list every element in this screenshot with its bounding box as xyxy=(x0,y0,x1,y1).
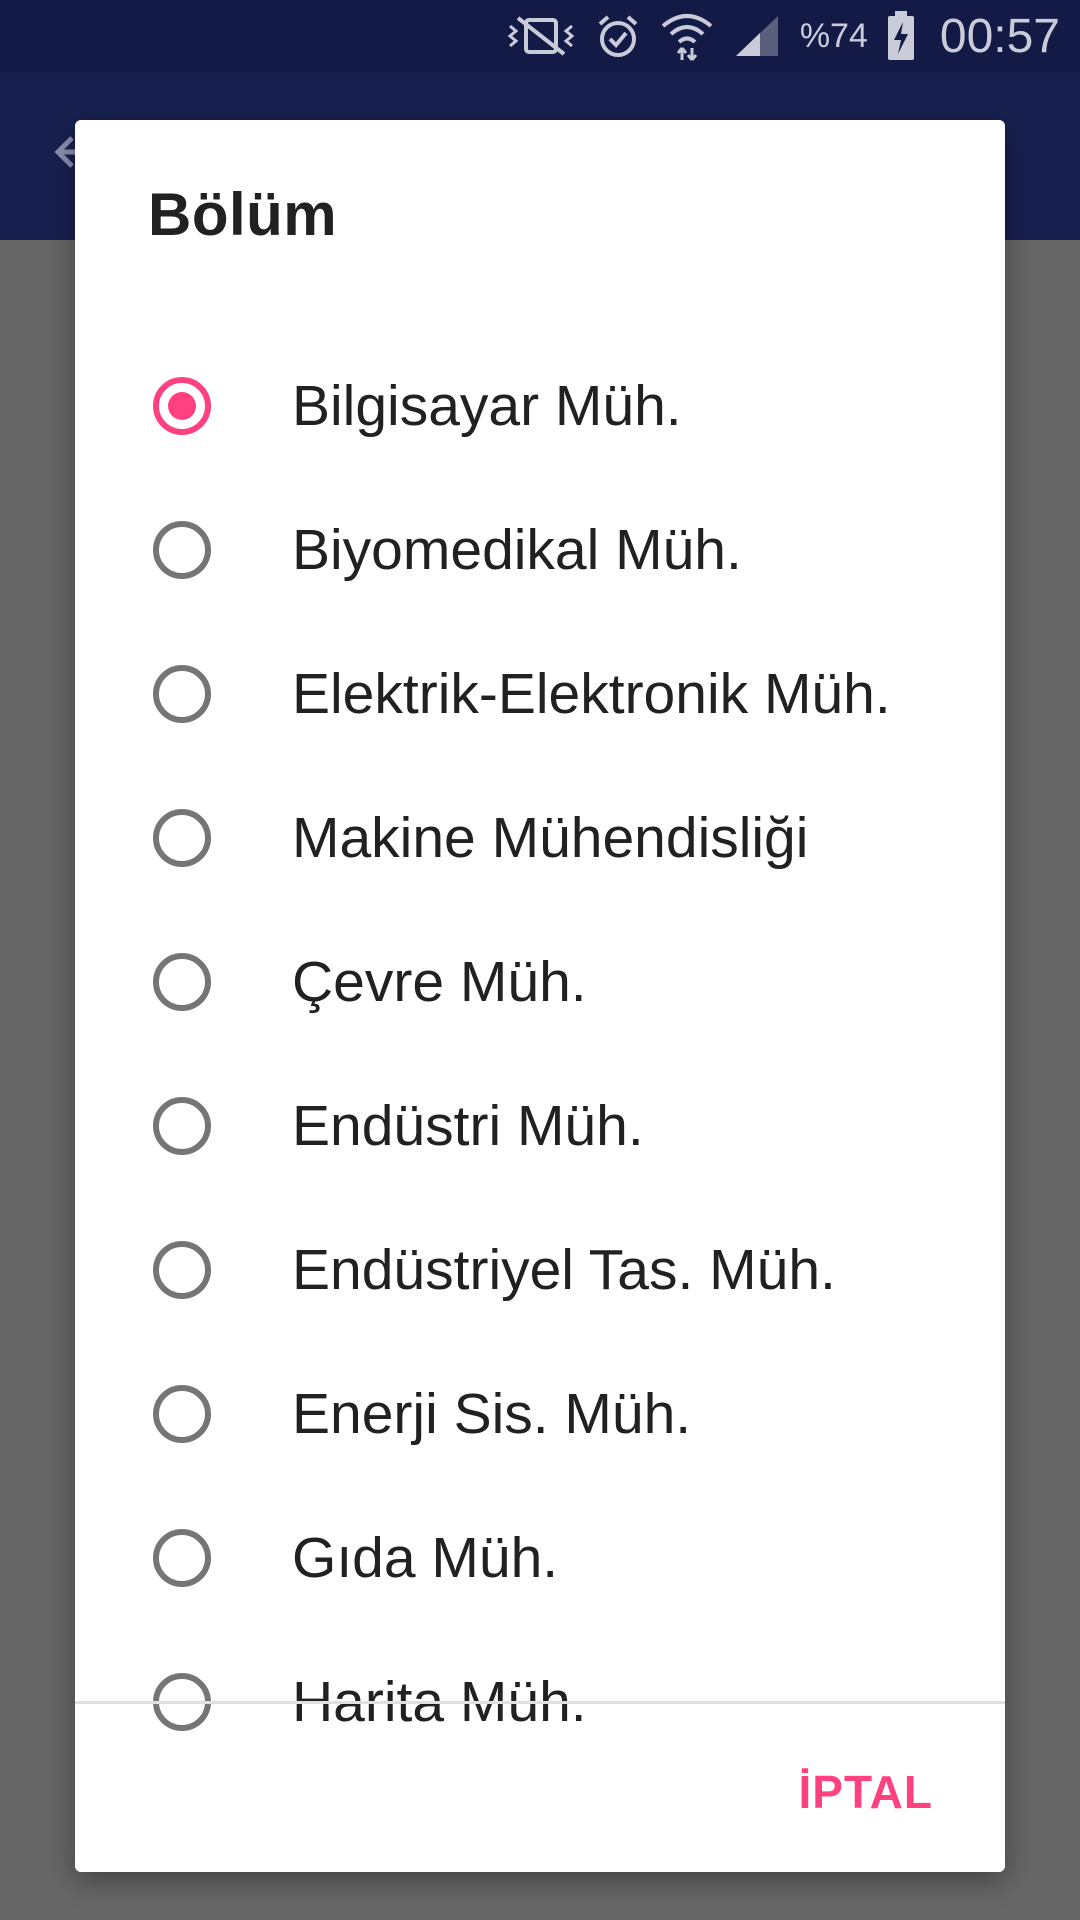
clock: 00:57 xyxy=(939,9,1060,63)
option-label: Elektrik-Elektronik Müh. xyxy=(292,662,891,726)
option-cevre[interactable]: Çevre Müh. xyxy=(75,910,1005,1054)
option-label: Biyomedikal Müh. xyxy=(292,518,742,582)
option-label: Enerji Sis. Müh. xyxy=(292,1382,692,1446)
radio-button-checked[interactable] xyxy=(153,377,211,435)
option-gida[interactable]: Gıda Müh. xyxy=(75,1486,1005,1630)
alarm-icon xyxy=(594,12,642,60)
option-biyomedikal[interactable]: Biyomedikal Müh. xyxy=(75,478,1005,622)
radio-button[interactable] xyxy=(153,521,211,579)
wifi-icon xyxy=(660,10,714,62)
dialog-title: Bölüm xyxy=(148,181,338,248)
signal-icon xyxy=(732,12,782,60)
battery-percent: %74 xyxy=(799,16,868,55)
option-label: Endüstriyel Tas. Müh. xyxy=(292,1238,836,1302)
option-label: Endüstri Müh. xyxy=(292,1094,644,1158)
option-label: Gıda Müh. xyxy=(292,1526,559,1590)
radio-button[interactable] xyxy=(153,665,211,723)
cancel-button[interactable]: İPTAL xyxy=(799,1765,933,1819)
option-endustri[interactable]: Endüstri Müh. xyxy=(75,1054,1005,1198)
battery-charging-icon xyxy=(886,10,916,62)
option-label: Bilgisayar Müh. xyxy=(292,374,682,438)
radio-button[interactable] xyxy=(153,1529,211,1587)
status-icons: %74 00:57 xyxy=(506,0,1060,72)
department-dialog: Bölüm Bilgisayar Müh. Biyomedikal Müh. E… xyxy=(75,120,1005,1872)
radio-button[interactable] xyxy=(153,1385,211,1443)
status-bar: %74 00:57 xyxy=(0,0,1080,72)
option-label: Makine Mühendisliği xyxy=(292,806,809,870)
radio-button[interactable] xyxy=(153,953,211,1011)
option-endustriyel-tas[interactable]: Endüstriyel Tas. Müh. xyxy=(75,1198,1005,1342)
radio-button[interactable] xyxy=(153,1097,211,1155)
radio-button[interactable] xyxy=(153,809,211,867)
dialog-divider xyxy=(75,1701,1005,1704)
option-makine[interactable]: Makine Mühendisliği xyxy=(75,766,1005,910)
option-elektrik-elektronik[interactable]: Elektrik-Elektronik Müh. xyxy=(75,622,1005,766)
vibrate-off-icon xyxy=(506,14,576,58)
option-bilgisayar[interactable]: Bilgisayar Müh. xyxy=(75,334,1005,478)
radio-button[interactable] xyxy=(153,1241,211,1299)
options-list: Bilgisayar Müh. Biyomedikal Müh. Elektri… xyxy=(75,334,1005,1774)
option-enerji-sis[interactable]: Enerji Sis. Müh. xyxy=(75,1342,1005,1486)
option-label: Çevre Müh. xyxy=(292,950,587,1014)
